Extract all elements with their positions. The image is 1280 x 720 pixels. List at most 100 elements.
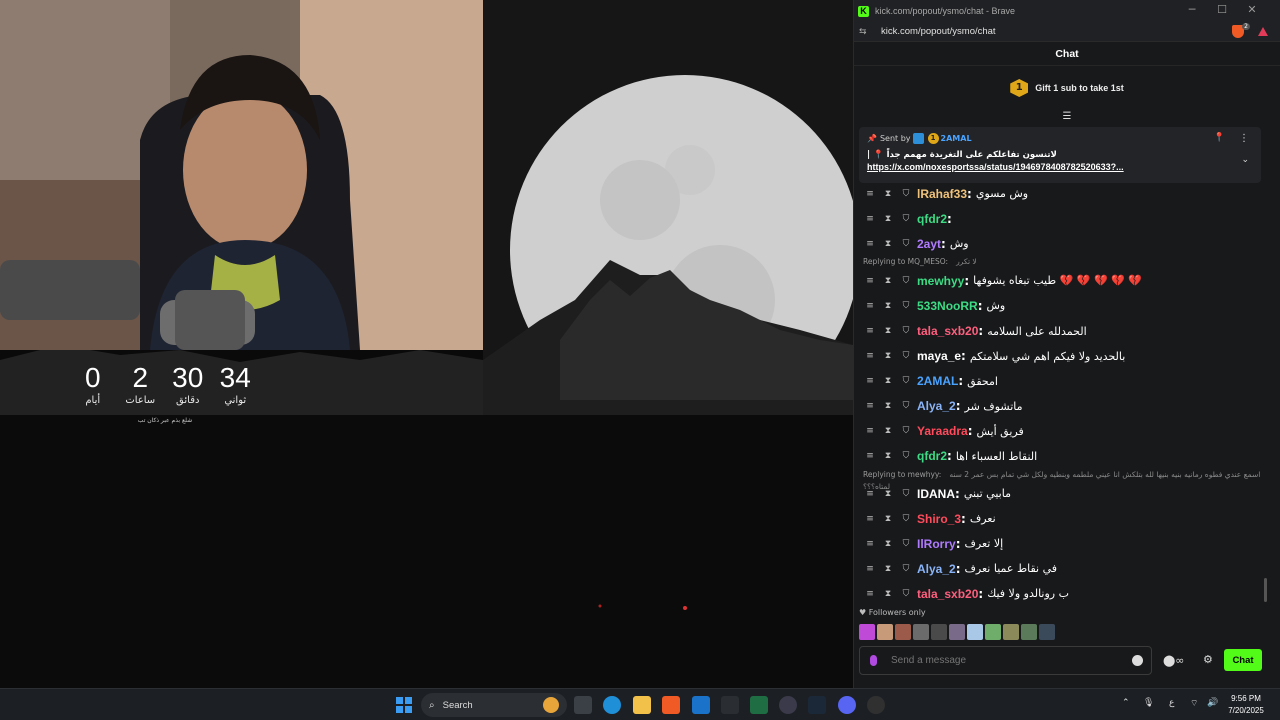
timeout-icon[interactable]: ⧗ — [881, 189, 895, 199]
chat-message[interactable]: ≡ ⧗ ⛉ Alya_2: ماتشوف شر — [859, 394, 1261, 419]
chat-username[interactable]: 2ayt — [917, 237, 941, 251]
chat-message[interactable]: ≡ ⧗ ⛉ 533NooRR: وش — [859, 293, 1261, 318]
shield-icon[interactable]: ⛉ — [899, 239, 913, 249]
chat-message[interactable]: ≡ ⧗ ⛉ tala_sxb20: ب رونالدو ولا فيك — [859, 581, 1261, 601]
chevron-down-icon[interactable]: ⌄ — [1241, 155, 1249, 165]
brave-browser-icon[interactable] — [662, 696, 680, 714]
shield-icon[interactable]: ⛉ — [899, 539, 913, 549]
emote-item[interactable] — [913, 624, 929, 640]
chat-scrollbar[interactable] — [1264, 578, 1267, 602]
timeout-icon[interactable]: ⧗ — [881, 589, 895, 599]
message-menu-icon[interactable]: ≡ — [863, 214, 877, 224]
emote-item[interactable] — [877, 624, 893, 640]
emote-item[interactable] — [931, 624, 947, 640]
timeout-icon[interactable]: ⧗ — [881, 351, 895, 361]
chat-message[interactable]: ≡ ⧗ ⛉ maya_e: بالحديد ولا فيكم اهم شي سلامتك… — [859, 344, 1261, 369]
timeout-icon[interactable]: ⧗ — [881, 489, 895, 499]
shield-icon[interactable]: ⛉ — [899, 189, 913, 199]
microphone-icon[interactable] — [870, 655, 877, 666]
message-input[interactable] — [891, 655, 1111, 666]
url-text[interactable]: kick.com/popout/ysmo/chat — [881, 26, 996, 37]
timeout-icon[interactable]: ⧗ — [881, 514, 895, 524]
shield-icon[interactable]: ⛉ — [899, 426, 913, 436]
address-bar[interactable]: ⇆ kick.com/popout/ysmo/chat 2 — [854, 22, 1280, 42]
pinned-link[interactable]: https://x.com/noxesportssa/status/194697… — [867, 162, 1253, 172]
timeout-icon[interactable]: ⧗ — [881, 214, 895, 224]
chat-message[interactable]: ≡ ⧗ ⛉ 2ayt: وش — [859, 231, 1261, 256]
app-icon[interactable] — [779, 696, 797, 714]
timeout-icon[interactable]: ⧗ — [881, 401, 895, 411]
shield-icon[interactable]: ⛉ — [899, 564, 913, 574]
chat-username[interactable]: qfdr2 — [917, 449, 947, 463]
edge-browser-icon[interactable] — [603, 696, 621, 714]
chevron-up-icon[interactable]: ⌃ — [1122, 698, 1130, 708]
shield-icon[interactable]: ⛉ — [899, 589, 913, 599]
chat-message[interactable]: ≡ ⧗ ⛉ Alya_2: في نقاط عميا نعرف — [859, 556, 1261, 581]
message-menu-icon[interactable]: ≡ — [863, 239, 877, 249]
message-menu-icon[interactable]: ≡ — [863, 426, 877, 436]
chat-message[interactable]: ≡ ⧗ ⛉ mewhyy: طيب تبغاه يشوفها 💔 💔 💔 💔 💔 — [859, 268, 1261, 293]
pinned-username[interactable]: 2AMAL — [941, 134, 972, 143]
chat-message[interactable]: ≡ ⧗ ⛉ 2AMAL: امحقق — [859, 369, 1261, 394]
timeout-icon[interactable]: ⧗ — [881, 239, 895, 249]
timeout-icon[interactable]: ⧗ — [881, 426, 895, 436]
obs-icon[interactable] — [867, 696, 885, 714]
emote-item[interactable] — [859, 624, 875, 640]
site-settings-icon[interactable]: ⇆ — [859, 27, 871, 37]
message-menu-icon[interactable]: ≡ — [863, 589, 877, 599]
task-view-icon[interactable] — [574, 696, 592, 714]
message-menu-icon[interactable]: ≡ — [863, 189, 877, 199]
emoji-icon[interactable] — [1132, 655, 1143, 666]
shield-icon[interactable]: ⛉ — [899, 326, 913, 336]
emote-item[interactable] — [895, 624, 911, 640]
timeout-icon[interactable]: ⧗ — [881, 539, 895, 549]
shield-icon[interactable]: ⛉ — [899, 276, 913, 286]
message-menu-icon[interactable]: ≡ — [863, 301, 877, 311]
chat-username[interactable]: 533NooRR — [917, 299, 978, 313]
timeout-icon[interactable]: ⧗ — [881, 276, 895, 286]
gift-sub-banner[interactable]: 1 Gift 1 sub to take 1st — [854, 66, 1280, 110]
reply-context[interactable]: Replying to MQ_MESO: لا تكرر — [859, 256, 1261, 268]
message-menu-icon[interactable]: ≡ — [863, 564, 877, 574]
microphone-tray-icon[interactable]: 🎙 — [1143, 698, 1154, 708]
excel-icon[interactable] — [750, 696, 768, 714]
message-menu-icon[interactable]: ≡ — [863, 351, 877, 361]
channel-points-icon[interactable]: ⬤∞ — [1163, 654, 1184, 667]
shield-icon[interactable]: ⛉ — [899, 514, 913, 524]
send-chat-button[interactable]: Chat — [1224, 649, 1262, 671]
app-icon[interactable] — [721, 696, 739, 714]
chat-username[interactable]: 2AMAL — [917, 374, 958, 388]
chat-username[interactable]: lRahaf33 — [917, 187, 967, 201]
system-clock[interactable]: 9:56 PM 7/20/2025 — [1224, 693, 1268, 717]
shield-icon[interactable]: ⛉ — [899, 376, 913, 386]
chat-message[interactable]: ≡ ⧗ ⛉ IDANA: مابيي تبني — [859, 481, 1261, 506]
outlook-icon[interactable] — [692, 696, 710, 714]
chat-message[interactable]: ≡ ⧗ ⛉ lRahaf33: وش مسوي — [859, 181, 1261, 206]
steam-icon[interactable] — [808, 696, 826, 714]
chat-message[interactable]: ≡ ⧗ ⛉ Shiro_3: نعرف — [859, 506, 1261, 531]
timeout-icon[interactable]: ⧗ — [881, 326, 895, 336]
emote-item[interactable] — [949, 624, 965, 640]
emote-item[interactable] — [967, 624, 983, 640]
unpin-icon[interactable]: 📍 — [1214, 133, 1225, 143]
message-menu-icon[interactable]: ≡ — [863, 514, 877, 524]
gear-icon[interactable]: ⚙ — [1203, 653, 1213, 666]
maximize-icon[interactable]: ☐ — [1215, 4, 1229, 16]
timeout-icon[interactable]: ⧗ — [881, 376, 895, 386]
network-icon[interactable]: ⌔ — [1190, 698, 1198, 709]
windows-start-icon[interactable] — [396, 697, 412, 713]
message-menu-icon[interactable]: ≡ — [863, 489, 877, 499]
chat-username[interactable]: Shiro_3 — [917, 512, 961, 526]
shield-icon[interactable]: ⛉ — [899, 301, 913, 311]
chat-username[interactable]: Alya_2 — [917, 562, 956, 576]
chat-message-list[interactable]: ≡ ⧗ ⛉ lRahaf33: وش مسوي ≡ ⧗ ⛉ qfdr2: ≡ ⧗ ⛉ 2ayt: وش Re… — [859, 181, 1261, 601]
message-menu-icon[interactable]: ≡ — [863, 326, 877, 336]
chat-username[interactable]: Alya_2 — [917, 399, 956, 413]
chat-username[interactable]: mewhyy — [917, 274, 964, 288]
timeout-icon[interactable]: ⧗ — [881, 564, 895, 574]
message-composer[interactable] — [859, 646, 1152, 675]
emote-item[interactable] — [1039, 624, 1055, 640]
chat-username[interactable]: IDANA — [917, 487, 955, 501]
close-icon[interactable]: ✕ — [1245, 4, 1259, 16]
chat-message[interactable]: ≡ ⧗ ⛉ qfdr2: — [859, 206, 1261, 231]
